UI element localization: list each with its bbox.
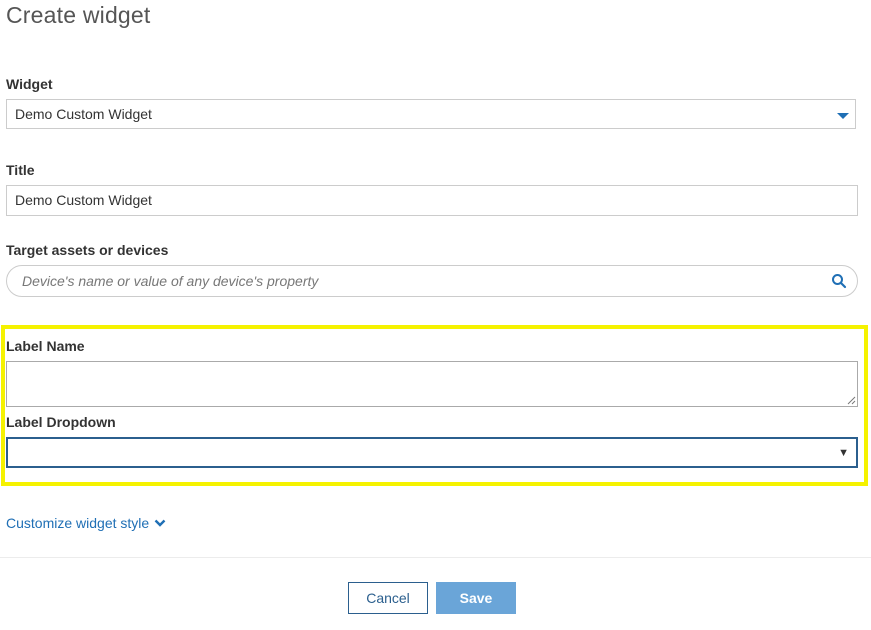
chevron-down-icon (154, 519, 166, 527)
search-icon[interactable] (831, 273, 847, 289)
target-label: Target assets or devices (6, 242, 169, 258)
cancel-button[interactable]: Cancel (348, 582, 428, 614)
page-title: Create widget (6, 2, 151, 28)
label-name-textarea[interactable] (6, 361, 858, 407)
caret-down-icon (837, 113, 849, 119)
widget-select[interactable]: Demo Custom Widget (6, 99, 856, 129)
resize-grip-icon[interactable] (846, 395, 856, 405)
search-placeholder: Device's name or value of any device's p… (22, 273, 319, 289)
title-input[interactable]: Demo Custom Widget (6, 185, 858, 216)
dropdown-arrow-icon: ▼ (838, 447, 849, 459)
label-dropdown-select[interactable]: ▼ (6, 437, 858, 468)
customize-widget-style-link[interactable]: Customize widget style (6, 515, 166, 531)
widget-select-value: Demo Custom Widget (15, 106, 152, 122)
title-label: Title (6, 162, 35, 178)
label-dropdown-label: Label Dropdown (6, 414, 116, 430)
customize-link-text: Customize widget style (6, 515, 150, 531)
widget-label: Widget (6, 76, 53, 92)
save-button[interactable]: Save (436, 582, 516, 614)
target-search-input[interactable]: Device's name or value of any device's p… (6, 265, 858, 297)
label-name-label: Label Name (6, 338, 85, 354)
footer-divider (0, 557, 871, 558)
